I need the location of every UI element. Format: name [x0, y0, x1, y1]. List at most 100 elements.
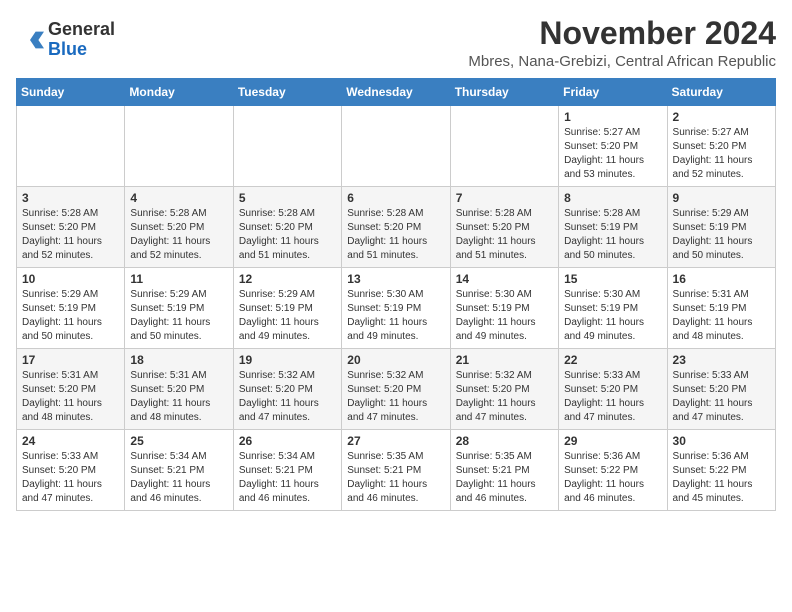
- day-cell: 23 Sunrise: 5:33 AM Sunset: 5:20 PM Dayli…: [667, 349, 775, 430]
- day-cell: 8 Sunrise: 5:28 AM Sunset: 5:19 PM Daylig…: [559, 187, 667, 268]
- day-number: 14: [456, 272, 553, 286]
- day-number: 11: [130, 272, 227, 286]
- day-info: Sunrise: 5:33 AM Sunset: 5:20 PM Dayligh…: [564, 369, 661, 425]
- day-cell: 22 Sunrise: 5:33 AM Sunset: 5:20 PM Dayli…: [559, 349, 667, 430]
- day-info: Sunrise: 5:29 AM Sunset: 5:19 PM Dayligh…: [239, 288, 336, 344]
- day-cell: 12 Sunrise: 5:29 AM Sunset: 5:19 PM Dayli…: [233, 268, 341, 349]
- calendar-table: SundayMondayTuesdayWednesdayThursdayFrid…: [16, 78, 776, 511]
- day-number: 15: [564, 272, 661, 286]
- day-cell: 18 Sunrise: 5:31 AM Sunset: 5:20 PM Dayli…: [125, 349, 233, 430]
- month-title: November 2024: [468, 16, 776, 51]
- day-cell: [17, 106, 125, 187]
- day-info: Sunrise: 5:31 AM Sunset: 5:19 PM Dayligh…: [673, 288, 770, 344]
- day-cell: 13 Sunrise: 5:30 AM Sunset: 5:19 PM Dayli…: [342, 268, 450, 349]
- day-cell: 3Sunrise: 5:28 AM Sunset: 5:20 PM Daylig…: [17, 187, 125, 268]
- day-number: 3: [22, 191, 119, 205]
- day-number: 7: [456, 191, 553, 205]
- col-header-tuesday: Tuesday: [233, 79, 341, 106]
- week-row-2: 3 Sunrise: 5:28 AM Sunset: 5:20 PM Daylig…: [17, 187, 776, 268]
- day-number: 9: [673, 191, 770, 205]
- day-cell: 20Sunrise: 5:32 AM Sunset: 5:20 PM Dayli…: [342, 349, 450, 430]
- day-number: 13: [347, 272, 444, 286]
- week-row-1: 1 Sunrise: 5:27 AM Sunset: 5:20 PM Daylig…: [17, 106, 776, 187]
- day-cell: 11Sunrise: 5:29 AM Sunset: 5:19 PM Dayli…: [125, 268, 233, 349]
- day-number: 23: [673, 353, 770, 367]
- day-info: Sunrise: 5:33 AM Sunset: 5:20 PM Dayligh…: [22, 450, 119, 506]
- col-header-wednesday: Wednesday: [342, 79, 450, 106]
- day-info: Sunrise: 5:27 AM Sunset: 5:20 PM Dayligh…: [564, 126, 661, 182]
- header-row: SundayMondayTuesdayWednesdayThursdayFrid…: [17, 79, 776, 106]
- day-info: Sunrise: 5:31 AM Sunset: 5:20 PM Dayligh…: [22, 369, 119, 425]
- logo: General Blue: [16, 20, 115, 60]
- day-number: 19: [239, 353, 336, 367]
- day-number: 4: [130, 191, 227, 205]
- day-cell: 7 Sunrise: 5:28 AM Sunset: 5:20 PM Daylig…: [450, 187, 558, 268]
- logo-icon: [16, 26, 44, 54]
- day-info: Sunrise: 5:28 AM Sunset: 5:20 PM Dayligh…: [130, 207, 227, 263]
- day-cell: 14 Sunrise: 5:30 AM Sunset: 5:19 PM Dayli…: [450, 268, 558, 349]
- day-cell: 2 Sunrise: 5:27 AM Sunset: 5:20 PM Daylig…: [667, 106, 775, 187]
- day-info: Sunrise: 5:29 AM Sunset: 5:19 PM Dayligh…: [673, 207, 770, 263]
- day-number: 20: [347, 353, 444, 367]
- day-number: 24: [22, 434, 119, 448]
- day-cell: 25 Sunrise: 5:34 AM Sunset: 5:21 PM Dayli…: [125, 430, 233, 511]
- day-info: Sunrise: 5:28 AM Sunset: 5:19 PM Dayligh…: [564, 207, 661, 263]
- day-info: Sunrise: 5:30 AM Sunset: 5:19 PM Dayligh…: [564, 288, 661, 344]
- day-number: 8: [564, 191, 661, 205]
- day-number: 29: [564, 434, 661, 448]
- day-cell: 1 Sunrise: 5:27 AM Sunset: 5:20 PM Daylig…: [559, 106, 667, 187]
- day-number: 1: [564, 110, 661, 124]
- week-row-3: 10 Sunrise: 5:29 AM Sunset: 5:19 PM Dayli…: [17, 268, 776, 349]
- day-info: Sunrise: 5:28 AM Sunset: 5:20 PM Dayligh…: [347, 207, 444, 263]
- header: General Blue November 2024 Mbres, Nana-G…: [16, 16, 776, 70]
- day-cell: 4 Sunrise: 5:28 AM Sunset: 5:20 PM Daylig…: [125, 187, 233, 268]
- day-cell: 26 Sunrise: 5:34 AM Sunset: 5:21 PM Dayli…: [233, 430, 341, 511]
- day-info: Sunrise: 5:33 AM Sunset: 5:20 PM Dayligh…: [673, 369, 770, 425]
- day-cell: 16Sunrise: 5:31 AM Sunset: 5:19 PM Dayli…: [667, 268, 775, 349]
- logo-general: General: [48, 20, 115, 40]
- day-number: 17: [22, 353, 119, 367]
- day-info: Sunrise: 5:32 AM Sunset: 5:20 PM Dayligh…: [239, 369, 336, 425]
- day-cell: 29 Sunrise: 5:36 AM Sunset: 5:22 PM Dayli…: [559, 430, 667, 511]
- day-info: Sunrise: 5:36 AM Sunset: 5:22 PM Dayligh…: [564, 450, 661, 506]
- day-cell: 9 Sunrise: 5:29 AM Sunset: 5:19 PM Daylig…: [667, 187, 775, 268]
- day-number: 6: [347, 191, 444, 205]
- day-info: Sunrise: 5:28 AM Sunset: 5:20 PM Dayligh…: [239, 207, 336, 263]
- day-cell: 19 Sunrise: 5:32 AM Sunset: 5:20 PM Dayli…: [233, 349, 341, 430]
- day-cell: 30 Sunrise: 5:36 AM Sunset: 5:22 PM Dayli…: [667, 430, 775, 511]
- day-number: 22: [564, 353, 661, 367]
- day-info: Sunrise: 5:34 AM Sunset: 5:21 PM Dayligh…: [239, 450, 336, 506]
- day-info: Sunrise: 5:27 AM Sunset: 5:20 PM Dayligh…: [673, 126, 770, 182]
- day-cell: 24 Sunrise: 5:33 AM Sunset: 5:20 PM Dayli…: [17, 430, 125, 511]
- week-row-4: 17 Sunrise: 5:31 AM Sunset: 5:20 PM Dayli…: [17, 349, 776, 430]
- day-info: Sunrise: 5:30 AM Sunset: 5:19 PM Dayligh…: [347, 288, 444, 344]
- col-header-thursday: Thursday: [450, 79, 558, 106]
- col-header-friday: Friday: [559, 79, 667, 106]
- day-cell: 15 Sunrise: 5:30 AM Sunset: 5:19 PM Dayli…: [559, 268, 667, 349]
- day-number: 12: [239, 272, 336, 286]
- day-cell: 17 Sunrise: 5:31 AM Sunset: 5:20 PM Dayli…: [17, 349, 125, 430]
- day-number: 30: [673, 434, 770, 448]
- day-cell: 27Sunrise: 5:35 AM Sunset: 5:21 PM Dayli…: [342, 430, 450, 511]
- day-number: 2: [673, 110, 770, 124]
- day-info: Sunrise: 5:36 AM Sunset: 5:22 PM Dayligh…: [673, 450, 770, 506]
- col-header-sunday: Sunday: [17, 79, 125, 106]
- day-info: Sunrise: 5:31 AM Sunset: 5:20 PM Dayligh…: [130, 369, 227, 425]
- day-info: Sunrise: 5:35 AM Sunset: 5:21 PM Dayligh…: [456, 450, 553, 506]
- day-info: Sunrise: 5:28 AM Sunset: 5:20 PM Dayligh…: [456, 207, 553, 263]
- col-header-monday: Monday: [125, 79, 233, 106]
- day-number: 28: [456, 434, 553, 448]
- day-number: 27: [347, 434, 444, 448]
- day-number: 26: [239, 434, 336, 448]
- day-info: Sunrise: 5:34 AM Sunset: 5:21 PM Dayligh…: [130, 450, 227, 506]
- day-cell: [342, 106, 450, 187]
- day-info: Sunrise: 5:30 AM Sunset: 5:19 PM Dayligh…: [456, 288, 553, 344]
- day-number: 10: [22, 272, 119, 286]
- day-number: 18: [130, 353, 227, 367]
- day-cell: 6 Sunrise: 5:28 AM Sunset: 5:20 PM Daylig…: [342, 187, 450, 268]
- day-cell: 10 Sunrise: 5:29 AM Sunset: 5:19 PM Dayli…: [17, 268, 125, 349]
- location-subtitle: Mbres, Nana-Grebizi, Central African Rep…: [468, 53, 776, 70]
- day-info: Sunrise: 5:29 AM Sunset: 5:19 PM Dayligh…: [22, 288, 119, 344]
- day-number: 25: [130, 434, 227, 448]
- day-cell: 28 Sunrise: 5:35 AM Sunset: 5:21 PM Dayli…: [450, 430, 558, 511]
